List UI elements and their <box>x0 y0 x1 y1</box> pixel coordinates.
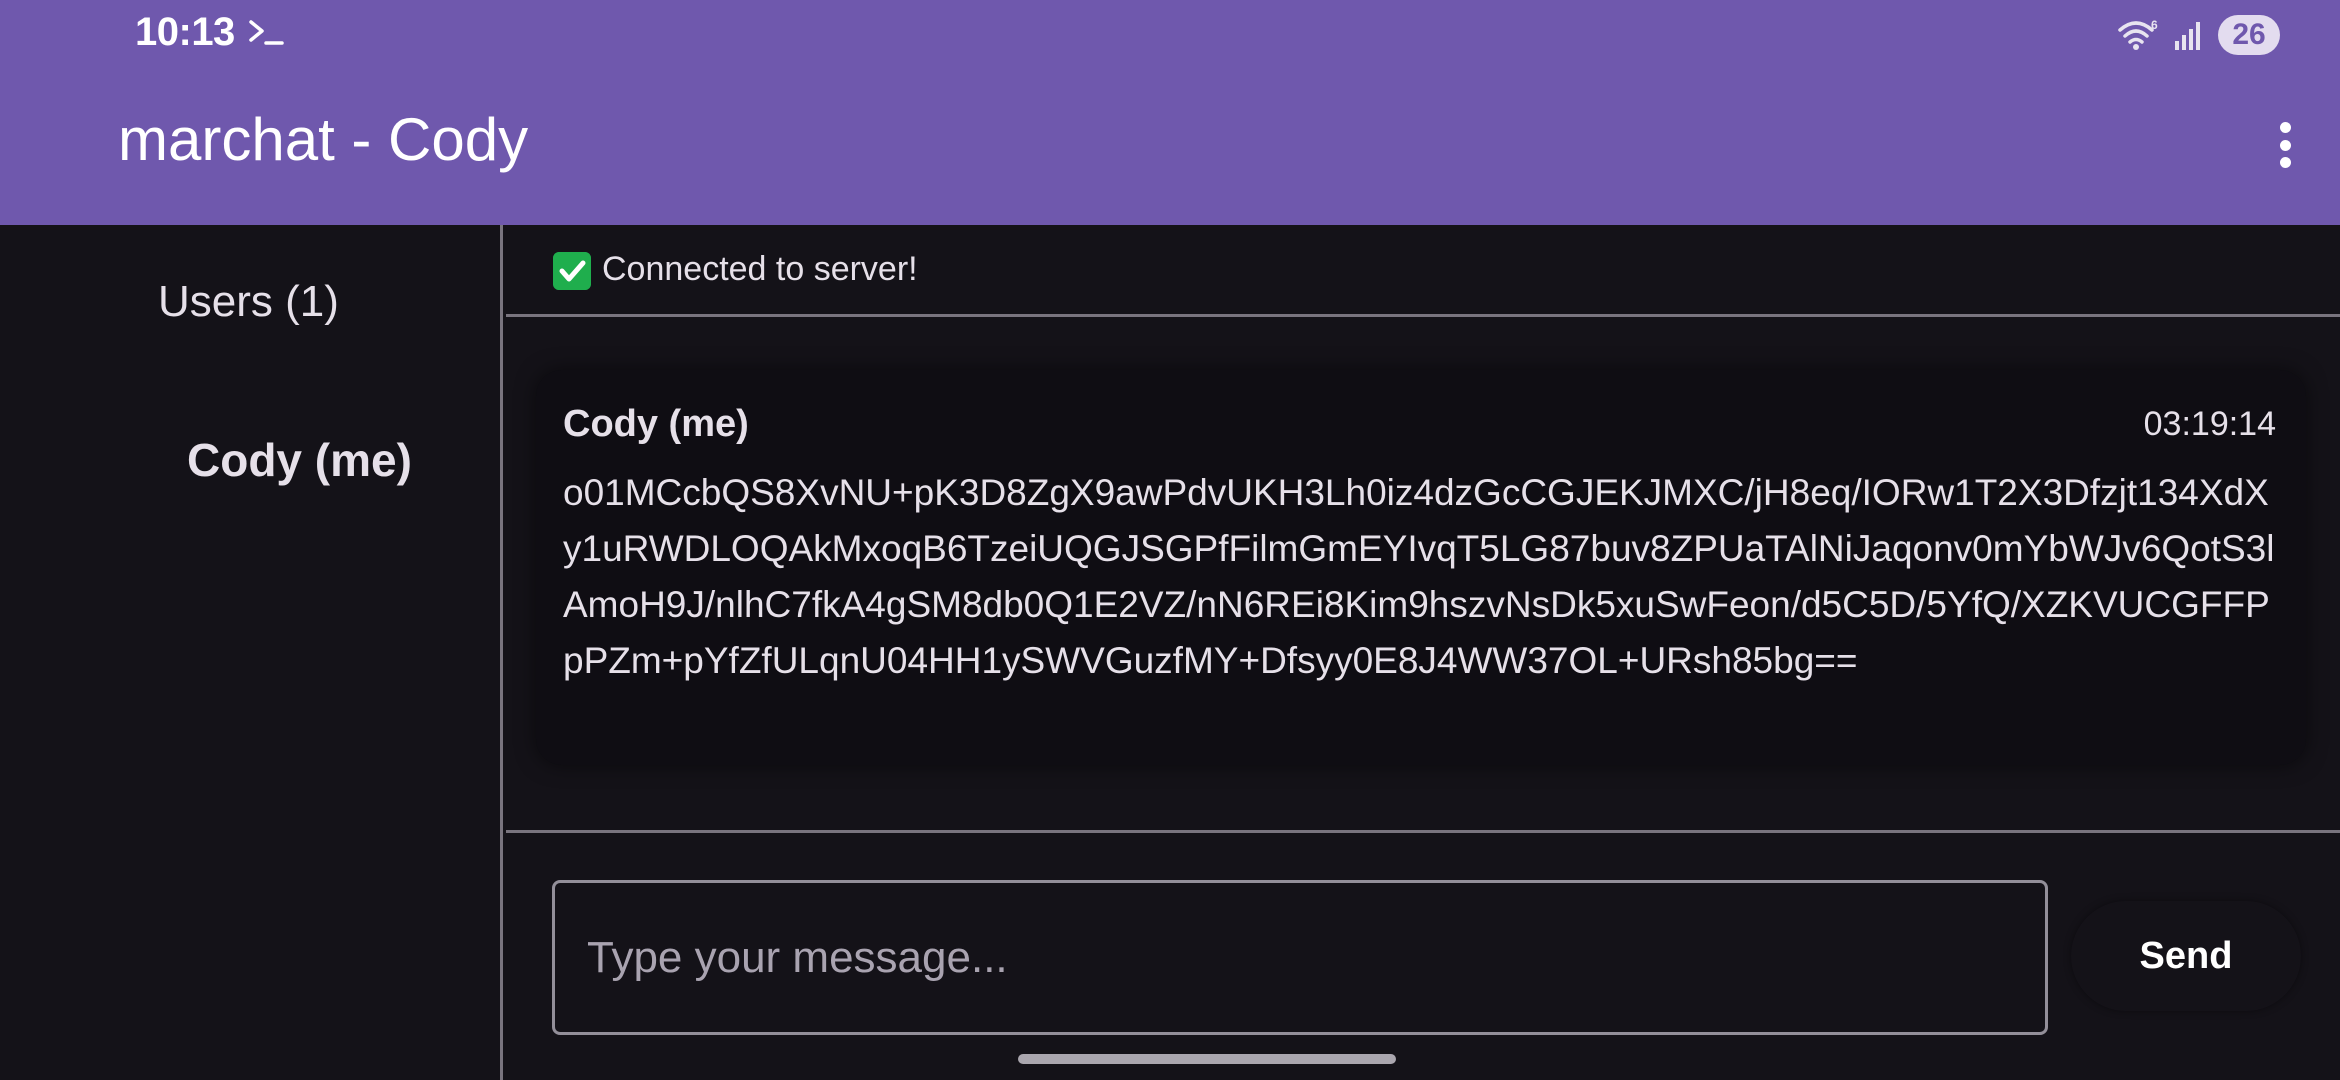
message-body: o01MCcbQS8XvNU+pK3D8ZgX9awPdvUKH3Lh0iz4d… <box>563 472 2275 681</box>
check-box-icon <box>553 252 591 290</box>
wifi-6-icon: 6 <box>2118 18 2158 50</box>
menu-dot <box>2279 122 2291 133</box>
status-icons: 6 26 <box>2118 12 2280 58</box>
message-input[interactable] <box>552 880 2048 1035</box>
app-bar: 10:13 6 26 marchat - Cody <box>0 0 2340 225</box>
message-list[interactable]: Cody (me) 03:19:14 o01MCcbQS8XvNU+pK3D8Z… <box>506 320 2340 830</box>
users-sidebar: Users (1) Cody (me) <box>0 225 503 1080</box>
more-vert-icon[interactable] <box>2270 116 2300 174</box>
message-timestamp: 03:19:14 <box>2143 405 2276 443</box>
terminal-prompt-icon <box>249 20 284 45</box>
message-sender: Cody (me) <box>563 403 749 445</box>
svg-text:6: 6 <box>2151 18 2158 32</box>
message-composer: Send <box>506 830 2340 1080</box>
cell-signal-icon <box>2175 22 2200 50</box>
page-title: marchat - Cody <box>118 106 529 173</box>
chat-panel: Connected to server! Cody (me) 03:19:14 … <box>506 225 2340 1080</box>
connection-status-text: Connected to server! <box>602 250 918 288</box>
battery-indicator: 26 <box>2218 15 2280 55</box>
home-indicator[interactable] <box>1018 1054 1396 1064</box>
menu-dot <box>2279 157 2291 168</box>
status-time: 10:13 <box>135 10 235 54</box>
users-heading: Users (1) <box>158 277 339 326</box>
connection-status-bar: Connected to server! <box>506 225 2340 317</box>
send-button[interactable]: Send <box>2071 901 2301 1011</box>
menu-dot <box>2279 139 2291 151</box>
sidebar-item-user[interactable]: Cody (me) <box>187 433 412 487</box>
message-card: Cody (me) 03:19:14 o01MCcbQS8XvNU+pK3D8Z… <box>536 370 2306 765</box>
